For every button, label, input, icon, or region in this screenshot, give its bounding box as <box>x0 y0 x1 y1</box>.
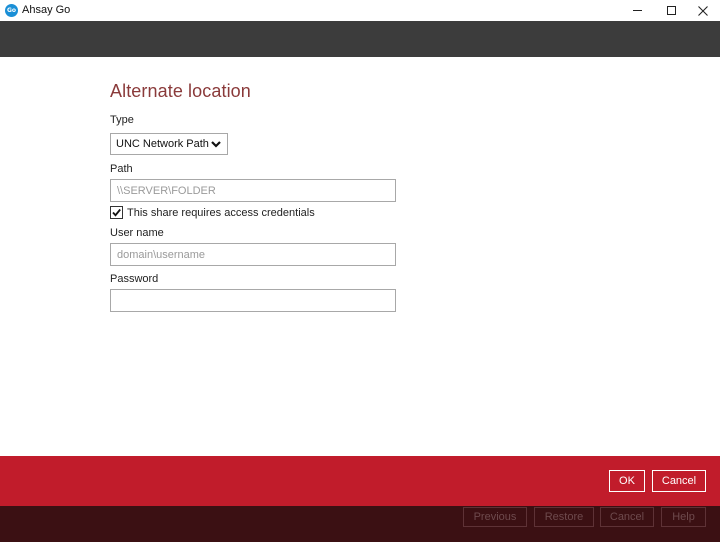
main-content: Alternate location Type UNC Network Path… <box>0 57 720 456</box>
password-label: Password <box>110 273 159 285</box>
ok-button[interactable]: OK <box>609 470 645 492</box>
wizard-footer: Previous Restore Cancel Help <box>0 506 720 542</box>
type-select-value: UNC Network Path <box>116 138 209 150</box>
previous-button[interactable]: Previous <box>463 507 527 527</box>
header-band <box>0 21 720 57</box>
help-button[interactable]: Help <box>661 507 706 527</box>
chevron-down-icon <box>211 141 221 148</box>
type-label: Type <box>110 114 134 126</box>
page-title: Alternate location <box>110 81 251 101</box>
wizard-cancel-button[interactable]: Cancel <box>600 507 654 527</box>
window-title: Ahsay Go <box>22 4 71 16</box>
username-input[interactable] <box>110 243 396 266</box>
credentials-checkbox[interactable] <box>110 206 123 219</box>
restore-button[interactable]: Restore <box>534 507 594 527</box>
dialog-action-bar: OK Cancel <box>0 456 720 506</box>
close-button[interactable] <box>686 0 720 21</box>
close-icon <box>698 5 708 16</box>
type-select[interactable]: UNC Network Path <box>110 133 228 155</box>
checkmark-icon <box>112 208 121 217</box>
cancel-button[interactable]: Cancel <box>652 470 706 492</box>
path-input[interactable] <box>110 179 396 202</box>
maximize-button[interactable] <box>654 0 688 21</box>
minimize-button[interactable] <box>620 0 654 21</box>
app-logo-icon: Go <box>5 4 18 17</box>
username-label: User name <box>110 227 164 239</box>
credentials-checkbox-row[interactable]: This share requires access credentials <box>110 206 315 219</box>
maximize-icon <box>666 6 676 15</box>
credentials-checkbox-label: This share requires access credentials <box>127 206 315 219</box>
window-titlebar: Go Ahsay Go <box>0 0 720 21</box>
password-input[interactable] <box>110 289 396 312</box>
path-label: Path <box>110 163 133 175</box>
minimize-icon <box>632 10 642 11</box>
